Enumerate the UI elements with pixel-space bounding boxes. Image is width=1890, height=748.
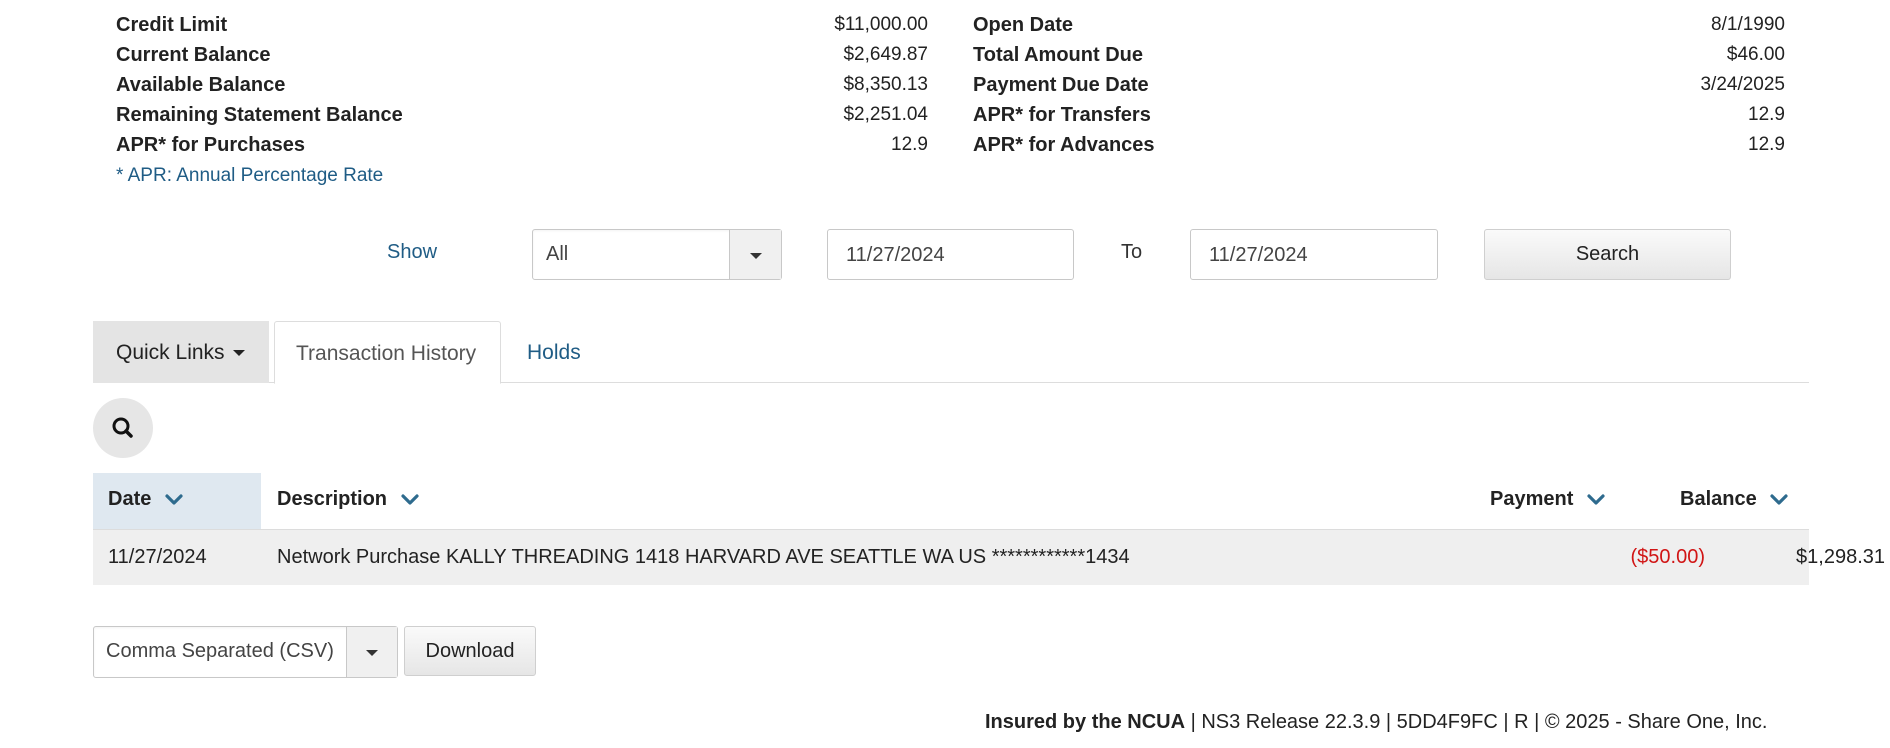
column-header-label: Payment: [1490, 488, 1574, 510]
summary-value: 8/1/1990: [1711, 14, 1785, 35]
column-header-date[interactable]: Date: [108, 488, 183, 511]
summary-label: Credit Limit: [116, 14, 228, 36]
export-format-value: Comma Separated (CSV): [106, 640, 334, 662]
cell-description: Network Purchase KALLY THREADING 1418 HA…: [277, 546, 1130, 568]
from-date-input[interactable]: 11/27/2024: [827, 229, 1074, 280]
quick-links-label: Quick Links: [116, 341, 225, 364]
column-header-label: Balance: [1680, 488, 1757, 510]
table-row[interactable]: 11/27/2024 Network Purchase KALLY THREAD…: [93, 530, 1885, 585]
column-header-payment[interactable]: Payment: [1490, 488, 1605, 511]
footer-insured: Insured by the NCUA: [985, 711, 1186, 733]
chevron-down-icon: [400, 494, 419, 505]
summary-value: 3/24/2025: [1700, 74, 1785, 95]
to-label: To: [1121, 241, 1143, 263]
download-button[interactable]: Download: [404, 626, 536, 676]
summary-value: $46.00: [1726, 44, 1785, 65]
quick-links-dropdown[interactable]: Quick Links: [93, 321, 269, 383]
export-format-select[interactable]: Comma Separated (CSV): [93, 626, 398, 678]
summary-label: Total Amount Due: [973, 44, 1143, 66]
chevron-down-icon: [1587, 494, 1605, 505]
cell-date: 11/27/2024: [108, 546, 207, 568]
column-header-description[interactable]: Description: [277, 488, 419, 511]
show-label: Show: [387, 241, 438, 263]
chevron-down-icon: [165, 494, 183, 505]
summary-value: 12.9: [1748, 104, 1785, 125]
summary-label: Current Balance: [116, 44, 271, 66]
summary-value: 12.9: [1748, 134, 1785, 155]
column-header-balance[interactable]: Balance: [1680, 488, 1788, 511]
summary-label: Remaining Statement Balance: [116, 104, 403, 126]
column-header-label: Description: [277, 488, 388, 510]
tab-label: Transaction History: [296, 342, 477, 365]
summary-label: Payment Due Date: [973, 74, 1149, 96]
table-search-button[interactable]: [93, 398, 153, 458]
tab-holds[interactable]: Holds: [527, 341, 581, 365]
footer: Insured by the NCUA | NS3 Release 22.3.9…: [985, 711, 1767, 734]
search-icon: [112, 417, 133, 438]
apr-footnote: * APR: Annual Percentage Rate: [116, 165, 384, 186]
summary-label: Available Balance: [116, 74, 286, 96]
search-button[interactable]: Search: [1484, 229, 1731, 280]
summary-value: $2,251.04: [843, 104, 928, 125]
summary-label: Open Date: [973, 14, 1074, 36]
caret-down-icon: [232, 350, 245, 357]
summary-label: APR* for Purchases: [116, 134, 305, 156]
summary-value: $2,649.87: [843, 44, 928, 65]
summary-value: $8,350.13: [843, 74, 928, 95]
chevron-down-icon: [1770, 494, 1788, 505]
footer-release-info: | NS3 Release 22.3.9 | 5DD4F9FC | R | © …: [1185, 711, 1768, 733]
summary-label: APR* for Advances: [973, 134, 1155, 156]
summary-value: $11,000.00: [834, 14, 928, 35]
show-filter-select[interactable]: All: [532, 229, 782, 280]
column-header-label: Date: [108, 488, 152, 510]
summary-value: 12.9: [891, 134, 928, 155]
show-filter-value: All: [546, 243, 569, 265]
to-date-input[interactable]: 11/27/2024: [1190, 229, 1438, 280]
cell-balance: $1,298.31: [1796, 546, 1885, 568]
tab-transaction-history[interactable]: Transaction History: [274, 321, 501, 384]
chevron-down-icon[interactable]: [729, 230, 781, 279]
summary-label: APR* for Transfers: [973, 104, 1151, 126]
chevron-down-icon[interactable]: [346, 627, 397, 677]
